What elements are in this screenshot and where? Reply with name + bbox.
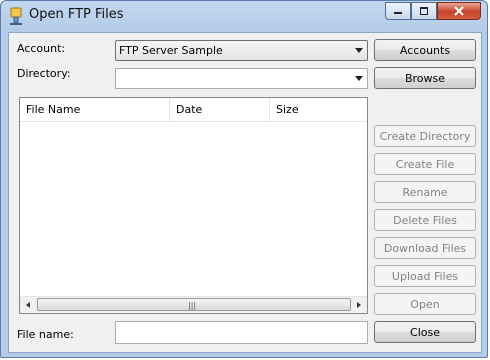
scroll-left-icon[interactable] [26, 302, 30, 308]
maximize-button[interactable] [411, 2, 437, 20]
close-button[interactable]: Close [374, 321, 476, 343]
chevron-down-icon [355, 48, 363, 53]
upload-files-button[interactable]: Upload Files [374, 265, 476, 287]
scroll-right-icon[interactable] [357, 302, 361, 308]
file-list[interactable]: File Name Date Size ||| [19, 97, 368, 314]
rename-button[interactable]: Rename [374, 181, 476, 203]
directory-label: Directory: [17, 67, 71, 80]
account-select[interactable]: FTP Server Sample [115, 40, 368, 61]
delete-files-button[interactable]: Delete Files [374, 209, 476, 231]
window-title: Open FTP Files [29, 7, 124, 22]
download-files-button[interactable]: Download Files [374, 237, 476, 259]
title-bar[interactable]: Open FTP Files [1, 1, 487, 31]
open-button[interactable]: Open [374, 293, 476, 315]
minimize-button[interactable] [385, 2, 411, 20]
scrollbar-thumb[interactable]: ||| [37, 298, 351, 311]
close-icon [454, 6, 464, 16]
file-name-label: File name: [17, 328, 74, 341]
dialog-client-area: Account: FTP Server Sample Accounts Dire… [8, 32, 482, 353]
minimize-icon [394, 12, 402, 14]
column-header-date[interactable]: Date [170, 98, 270, 121]
scrollbar-grip: ||| [188, 301, 197, 310]
account-label: Account: [17, 42, 66, 55]
account-select-value: FTP Server Sample [119, 44, 223, 57]
browse-button[interactable]: Browse [374, 67, 476, 89]
ftp-app-icon [10, 7, 22, 25]
column-header-file-name[interactable]: File Name [20, 98, 170, 121]
create-directory-button[interactable]: Create Directory [374, 125, 476, 147]
chevron-down-icon [355, 76, 363, 81]
maximize-icon [420, 7, 428, 15]
directory-select[interactable] [115, 68, 368, 89]
create-file-button[interactable]: Create File [374, 153, 476, 175]
file-name-input[interactable] [115, 321, 368, 344]
close-window-button[interactable] [437, 2, 481, 20]
horizontal-scrollbar[interactable]: ||| [20, 296, 367, 313]
dialog-window: Open FTP Files Account: FTP Server Sampl… [0, 0, 488, 358]
accounts-button[interactable]: Accounts [374, 39, 476, 61]
column-header-size[interactable]: Size [270, 98, 367, 121]
file-list-header: File Name Date Size [20, 98, 367, 122]
